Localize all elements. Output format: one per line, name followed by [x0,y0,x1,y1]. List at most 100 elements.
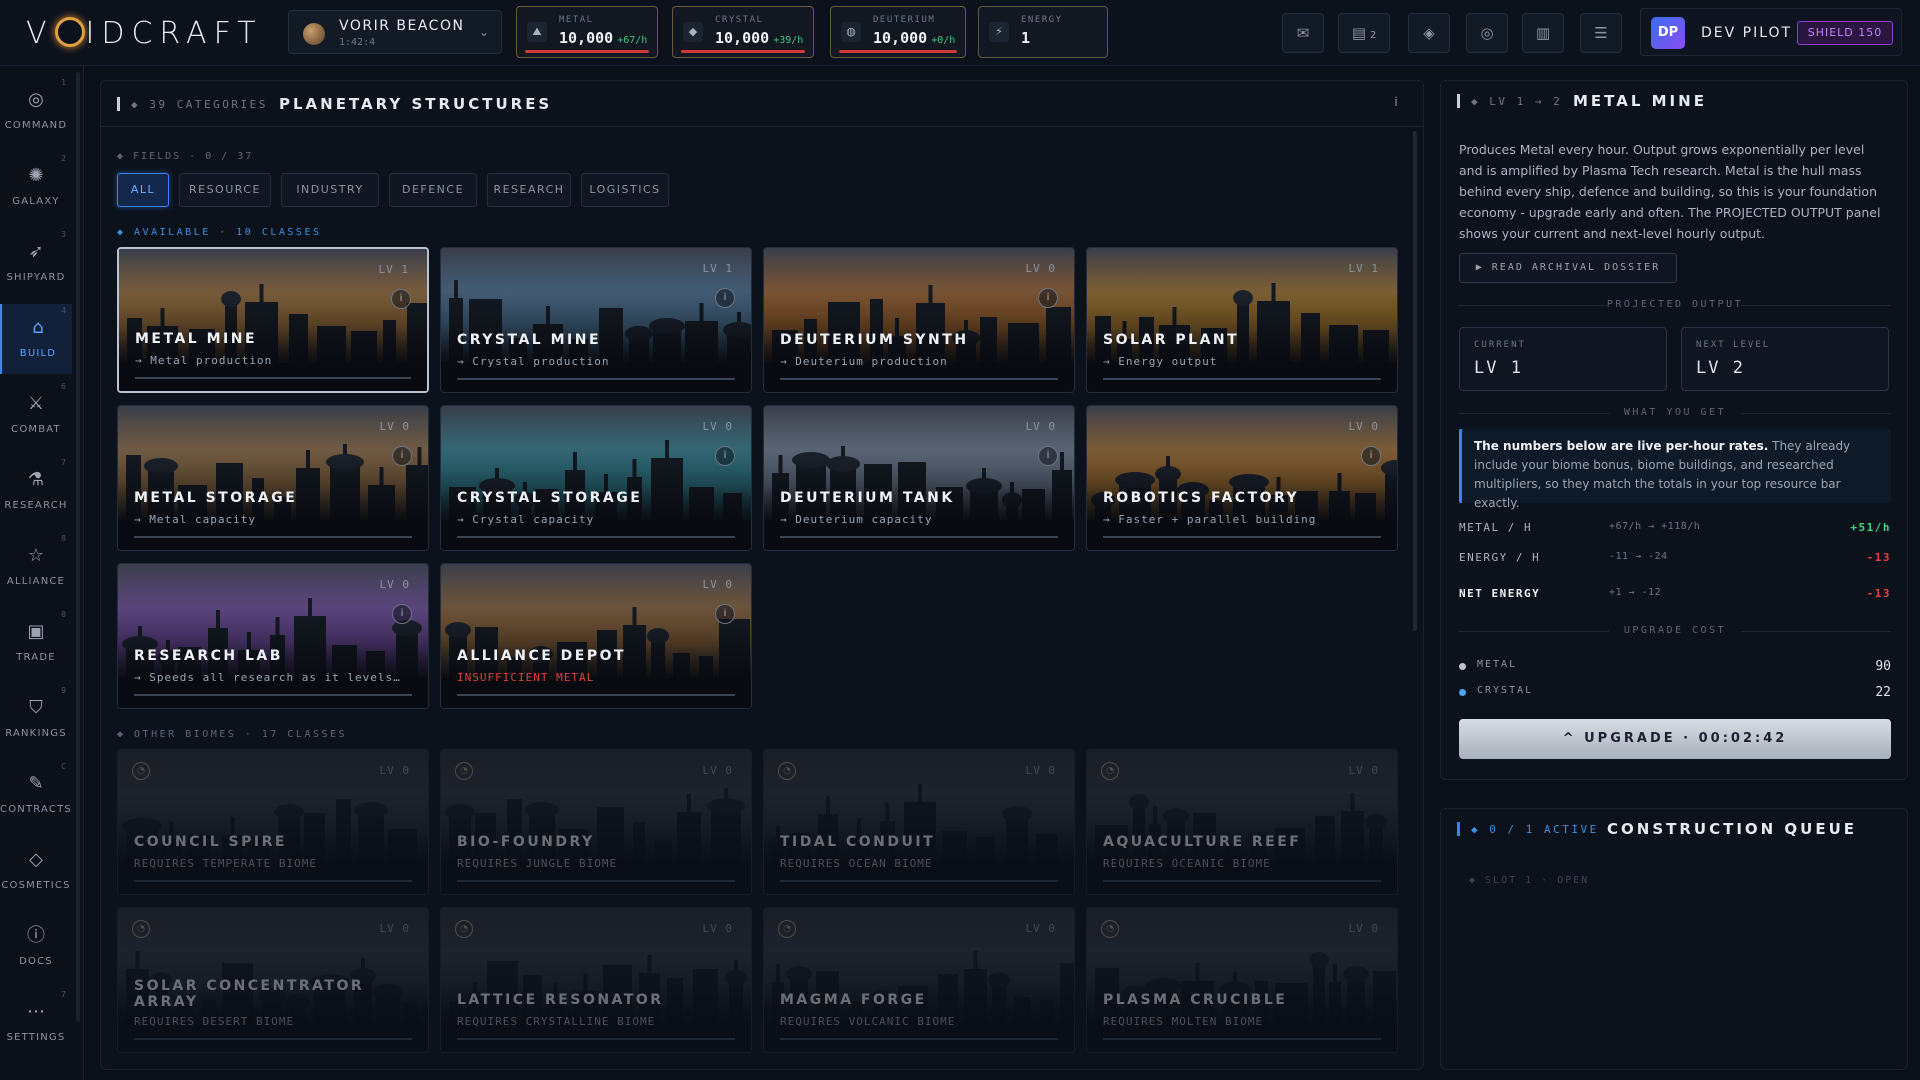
tab-industry[interactable]: INDUSTRY [281,173,379,207]
sidebar-item-build[interactable]: 4 ⌂ BUILD [0,304,72,374]
structure-card-robotics-factory[interactable]: LV 0 i ROBOTICS FACTORY → Faster + parallel… [1086,405,1398,551]
structure-card-tidal-conduit[interactable]: LV 0 ◔ TIDAL CONDUIT REQUIRES OCEAN BIOME [763,749,1075,895]
book-button[interactable]: ▥ [1522,13,1564,53]
structure-subtitle: → Speeds all research as it levels… [134,671,401,684]
sidebar-scrollbar[interactable] [76,72,80,1022]
structure-card-bio-foundry[interactable]: LV 0 ◔ BIO-FOUNDRY REQUIRES JUNGLE BIOME [440,749,752,895]
bag-icon: ▣ [27,621,45,642]
upgrade-button[interactable]: ^ UPGRADE · 00:02:42 [1459,719,1891,759]
info-icon[interactable]: i [715,446,735,466]
lock-icon: ◔ [1101,920,1119,938]
tab-all[interactable]: ALL [117,173,169,207]
cost-dot [1459,663,1466,670]
structure-level: LV 1 [1348,262,1379,275]
structure-subtitle: → Crystal capacity [457,513,595,526]
structure-card-magma-forge[interactable]: LV 0 ◔ MAGMA FORGE REQUIRES VOLCANIC BIOME [763,907,1075,1053]
gem-button[interactable]: ◈ [1408,13,1450,53]
structure-card-metal-mine[interactable]: LV 1 i METAL MINE → Metal production [117,247,429,393]
sidebar-item-docs[interactable]: ⓘ DOCS [0,912,72,982]
resource-crystal[interactable]: ◆ CRYSTAL 10,000 +39/h [672,6,814,58]
globe-button[interactable]: ◎ [1466,13,1508,53]
structure-level: LV 0 [1025,420,1056,433]
cost-row-metal: METAL 90 [1459,659,1891,677]
structure-card-council-spire[interactable]: LV 0 ◔ COUNCIL SPIRE REQUIRES TEMPERATE BIO… [117,749,429,895]
structure-card-crystal-mine[interactable]: LV 1 i CRYSTAL MINE → Crystal production [440,247,752,393]
main-scrollbar[interactable] [1413,131,1417,631]
structure-card-deuterium-tank[interactable]: LV 0 i DEUTERIUM TANK → Deuterium capacity [763,405,1075,551]
page-title: PLANETARY STRUCTURES [279,95,553,113]
rate-delta: -13 [1866,587,1891,600]
queue-title: CONSTRUCTION QUEUE [1607,820,1858,838]
sidebar-item-research[interactable]: 7 ⚗ RESEARCH [0,456,72,526]
menu-button[interactable]: ☰ [1580,13,1622,53]
rate-delta: +51/h [1850,521,1891,534]
structure-name: SOLAR CONCENTRATOR ARRAY [134,978,365,1010]
shortcut-number: 3 [61,230,66,239]
resource-value: 10,000 +0/h [873,29,955,47]
structure-card-lattice-resonator[interactable]: LV 0 ◔ LATTICE RESONATOR REQUIRES CRYSTALLI… [440,907,752,1053]
sidebar-item-cosmetics[interactable]: ◇ COSMETICS [0,836,72,906]
app-logo[interactable]: V IDCRAFT [26,16,263,51]
structure-card-aquaculture-reef[interactable]: LV 0 ◔ AQUACULTURE REEF REQUIRES OCEANIC BI… [1086,749,1398,895]
resource-value: 1 [1021,29,1030,47]
sidebar-item-trade[interactable]: 0 ▣ TRADE [0,608,72,678]
card-underline [780,1038,1058,1040]
structure-card-metal-storage[interactable]: LV 0 i METAL STORAGE → Metal capacity [117,405,429,551]
mail-button[interactable]: ✉ [1282,13,1324,53]
read-dossier-button[interactable]: ▶ READ ARCHIVAL DOSSIER [1459,253,1677,283]
shortcut-number: 7 [61,458,66,467]
structure-name: RESEARCH LAB [134,648,283,664]
current-output-box: CURRENT LV 1 [1459,327,1667,391]
sidebar-item-contracts[interactable]: C ✎ CONTRACTS [0,760,72,830]
structure-card-crystal-storage[interactable]: LV 0 i CRYSTAL STORAGE → Crystal capacity [440,405,752,551]
planet-selector[interactable]: VORIR BEACON 1:42:4 ⌄ [288,10,502,54]
menu-icon: ☰ [1594,24,1608,42]
info-icon[interactable]: i [1387,95,1405,113]
sidebar-item-rankings[interactable]: 9 ⛉ RANKINGS [0,684,72,754]
info-icon[interactable]: i [1361,446,1381,466]
sidebar-item-alliance[interactable]: 8 ☆ ALLIANCE [0,532,72,602]
tab-logistics[interactable]: LOGISTICS [581,173,669,207]
resource-energy[interactable]: ⚡ ENERGY 1 [978,6,1108,58]
info-icon[interactable]: i [1038,446,1058,466]
card-underline [135,377,411,379]
resource-metal[interactable]: ⛰ METAL 10,000 +67/h [516,6,658,58]
info-icon[interactable]: i [715,288,735,308]
info-icon[interactable]: i [391,289,411,309]
clipboard-button[interactable]: ▤ 2 [1338,13,1390,53]
tab-defence[interactable]: DEFENCE [389,173,477,207]
structure-card-research-lab[interactable]: LV 0 i RESEARCH LAB → Speeds all research a… [117,563,429,709]
rate-change: -11 → -24 [1609,551,1668,562]
crystal-icon: ◆ [683,22,703,42]
shortcut-number: 0 [61,610,66,619]
card-underline [1103,880,1381,882]
sidebar-item-settings[interactable]: 7 ⋯ SETTINGS [0,988,72,1058]
sidebar-item-command[interactable]: 1 ◎ COMMAND [0,76,72,146]
info-icon[interactable]: i [715,604,735,624]
dots-icon: ⋯ [27,1001,45,1022]
pilot-profile[interactable]: DP DEV PILOT SHIELD 150 [1640,8,1902,56]
structure-card-alliance-depot[interactable]: LV 0 i ALLIANCE DEPOT INSUFFICIENT METAL [440,563,752,709]
info-icon[interactable]: i [1038,288,1058,308]
sidebar-item-combat[interactable]: 6 ⚔ COMBAT [0,380,72,450]
tab-resource[interactable]: RESOURCE [179,173,271,207]
cost-value: 22 [1875,685,1891,700]
metal-icon: ⛰ [527,22,547,42]
resource-deuterium[interactable]: ◍ DEUTERIUM 10,000 +0/h [830,6,966,58]
sidebar-item-galaxy[interactable]: 2 ✺ GALAXY [0,152,72,222]
tab-research[interactable]: RESEARCH [487,173,571,207]
structure-card-solar-plant[interactable]: LV 1 SOLAR PLANT → Energy output [1086,247,1398,393]
structure-card-solar-concentrator-array[interactable]: LV 0 ◔ SOLAR CONCENTRATOR ARRAY REQUIRES DE… [117,907,429,1053]
book-icon: ▥ [1535,24,1551,42]
structure-subtitle: REQUIRES MOLTEN BIOME [1103,1015,1264,1028]
info-icon[interactable]: i [392,446,412,466]
sidebar-item-shipyard[interactable]: 3 ➶ SHIPYARD [0,228,72,298]
structure-card-deuterium-synth[interactable]: LV 0 i DEUTERIUM SYNTH → Deuterium producti… [763,247,1075,393]
structure-level: LV 0 [379,922,410,935]
structure-subtitle: → Deuterium production [780,355,948,368]
structure-card-plasma-crucible[interactable]: LV 0 ◔ PLASMA CRUCIBLE REQUIRES MOLTEN BIOM… [1086,907,1398,1053]
structure-name: DEUTERIUM TANK [780,490,955,506]
shield-badge: SHIELD 150 [1797,21,1893,45]
lock-icon: ◔ [132,920,150,938]
info-icon[interactable]: i [392,604,412,624]
